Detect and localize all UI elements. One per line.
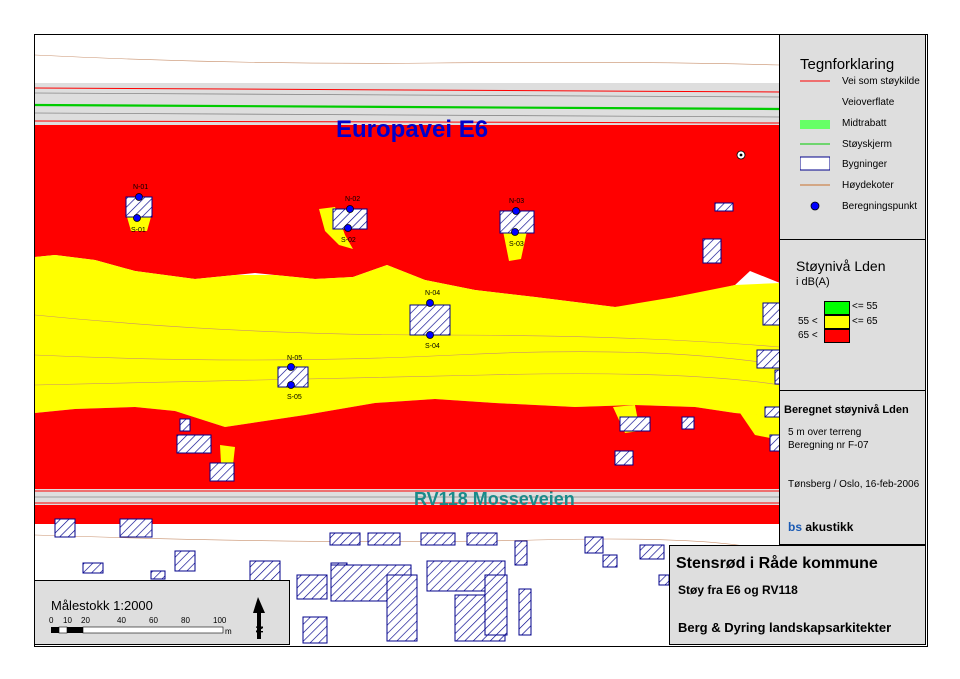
building [714, 202, 734, 212]
noise-title: Støynivå Lden [796, 258, 886, 274]
building [54, 518, 76, 538]
building [466, 532, 498, 546]
calc-point [287, 363, 295, 371]
building [514, 540, 528, 566]
level-3-left: 65 < [798, 330, 818, 341]
company-logo: bs akustikk [788, 520, 853, 534]
scale-unit: m [225, 627, 232, 636]
legend-item: Beregningspunkt [842, 201, 918, 212]
building [702, 238, 722, 264]
building [658, 574, 670, 586]
legend-item: Høydekoter [842, 180, 894, 191]
swatch-yellow [824, 315, 850, 329]
project-author: Berg & Dyring landskapsarkitekter [678, 620, 892, 635]
level-2-right: <= 65 [852, 316, 878, 327]
building [209, 462, 235, 482]
point-label: S-02 [341, 237, 356, 244]
legend-panel: Tegnforklaring Vei som støykilde Veiover… [779, 34, 926, 240]
building [174, 550, 196, 572]
scale-tick: 10 [63, 616, 72, 625]
legend-item: Støyskjerm [842, 139, 892, 150]
point-label: S-05 [287, 394, 302, 401]
point-label: S-01 [131, 227, 146, 234]
building [296, 574, 328, 600]
rv118-label: RV118 Mosseveien [414, 489, 575, 509]
point-label: S-04 [425, 343, 440, 350]
point-label: S-03 [509, 241, 524, 248]
building [119, 518, 153, 538]
place-date: Tønsberg / Oslo, 16-feb-2006 [788, 479, 920, 490]
svg-text:N: N [255, 626, 266, 633]
legend-title: Tegnforklaring [800, 56, 895, 73]
calc-point [135, 193, 143, 201]
swatch-red [824, 329, 850, 343]
calc-point [287, 381, 295, 389]
calc-point [346, 205, 354, 213]
point-label: N-05 [287, 355, 302, 362]
scale-tick: 20 [81, 616, 90, 625]
building [176, 434, 212, 454]
project-title: Stensrød i Råde kommune [676, 555, 878, 572]
company-prefix: bs [788, 520, 803, 534]
building [681, 416, 695, 430]
point-label: N-03 [509, 198, 524, 205]
building [150, 570, 166, 580]
building [302, 616, 328, 644]
calc-point [344, 224, 352, 232]
legend-item: Vei som støykilde [842, 76, 920, 87]
legend-symbols [800, 80, 830, 211]
scale-tick: 40 [117, 616, 126, 625]
company-suffix: akustikk [802, 520, 854, 534]
calc-height: 5 m over terreng [788, 427, 862, 438]
building [619, 416, 651, 432]
legend-item: Bygninger [842, 159, 888, 170]
building [420, 532, 456, 546]
building [409, 304, 451, 336]
project-subtitle: Støy fra E6 og RV118 [678, 583, 798, 597]
building [639, 544, 665, 560]
swatch-green [824, 301, 850, 315]
north-arrow-icon: N [253, 597, 266, 639]
point-label: N-02 [345, 196, 360, 203]
scale-label: Målestokk 1:2000 [51, 598, 153, 613]
point-label: N-04 [425, 290, 440, 297]
scale-tick: 80 [181, 616, 190, 625]
calc-point [512, 207, 520, 215]
building [249, 560, 281, 582]
building [82, 562, 104, 574]
calc-point [426, 331, 434, 339]
building [484, 574, 508, 636]
red-zone-lower [35, 399, 780, 524]
building [386, 574, 418, 642]
scale-tick: 60 [149, 616, 158, 625]
calc-point [133, 214, 141, 222]
scale-tick: 0 [49, 616, 54, 625]
noise-unit: i dB(A) [796, 276, 830, 288]
title-block: Stensrød i Råde kommune Støy fra E6 og R… [669, 545, 926, 645]
building [329, 532, 361, 546]
building [614, 450, 634, 466]
calc-heading: Beregnet støynivå Lden [784, 404, 909, 416]
building [584, 536, 604, 554]
legend-item: Midtrabatt [842, 118, 887, 129]
calc-point [511, 228, 519, 236]
building [367, 532, 401, 546]
calc-number: Beregning nr F-07 [788, 440, 869, 451]
level-1-right: <= 55 [852, 301, 878, 312]
calc-point [426, 299, 434, 307]
building [179, 418, 191, 432]
scale-tick: 100 [213, 616, 227, 625]
point-label: N-01 [133, 184, 148, 191]
e6-label: Europavei E6 [336, 116, 488, 143]
noise-level-panel: Støynivå Lden i dB(A) <= 55 55 < <= 65 6… [779, 240, 926, 391]
building [602, 554, 618, 568]
scale-panel: Målestokk 1:2000 0 10 20 40 60 80 100 m … [34, 580, 290, 645]
building [518, 588, 532, 636]
level-2-left: 55 < [798, 316, 818, 327]
legend-item: Veioverflate [842, 97, 895, 108]
scale-bar [51, 626, 224, 634]
info-panel: Beregnet støynivå Lden 5 m over terreng … [779, 391, 926, 545]
